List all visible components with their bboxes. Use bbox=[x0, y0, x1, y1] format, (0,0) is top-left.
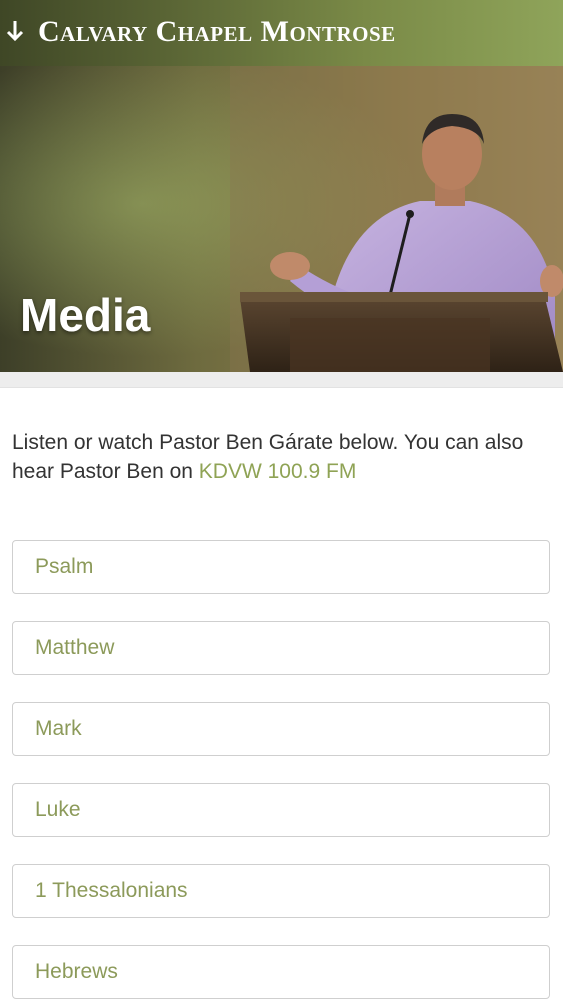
media-page: Calvary Chapel Montrose Media Listen or … bbox=[0, 0, 563, 1000]
intro-paragraph: Listen or watch Pastor Ben Gárate below.… bbox=[12, 428, 552, 486]
series-item-1-thessalonians[interactable]: 1 Thessalonians bbox=[12, 864, 550, 918]
down-arrow-icon[interactable] bbox=[6, 18, 24, 44]
series-item-psalm[interactable]: Psalm bbox=[12, 540, 550, 594]
series-item-mark[interactable]: Mark bbox=[12, 702, 550, 756]
sermon-series-list: Psalm Matthew Mark Luke 1 Thessalonians … bbox=[12, 540, 550, 1000]
series-item-hebrews[interactable]: Hebrews bbox=[12, 945, 550, 999]
site-header: Calvary Chapel Montrose bbox=[0, 0, 563, 66]
series-item-matthew[interactable]: Matthew bbox=[12, 621, 550, 675]
series-item-luke[interactable]: Luke bbox=[12, 783, 550, 837]
page-title: Media bbox=[20, 289, 151, 341]
hero-banner: Media bbox=[0, 66, 563, 372]
radio-station-link[interactable]: KDVW 100.9 FM bbox=[199, 460, 357, 483]
divider-band bbox=[0, 372, 563, 388]
site-title[interactable]: Calvary Chapel Montrose bbox=[38, 15, 396, 49]
